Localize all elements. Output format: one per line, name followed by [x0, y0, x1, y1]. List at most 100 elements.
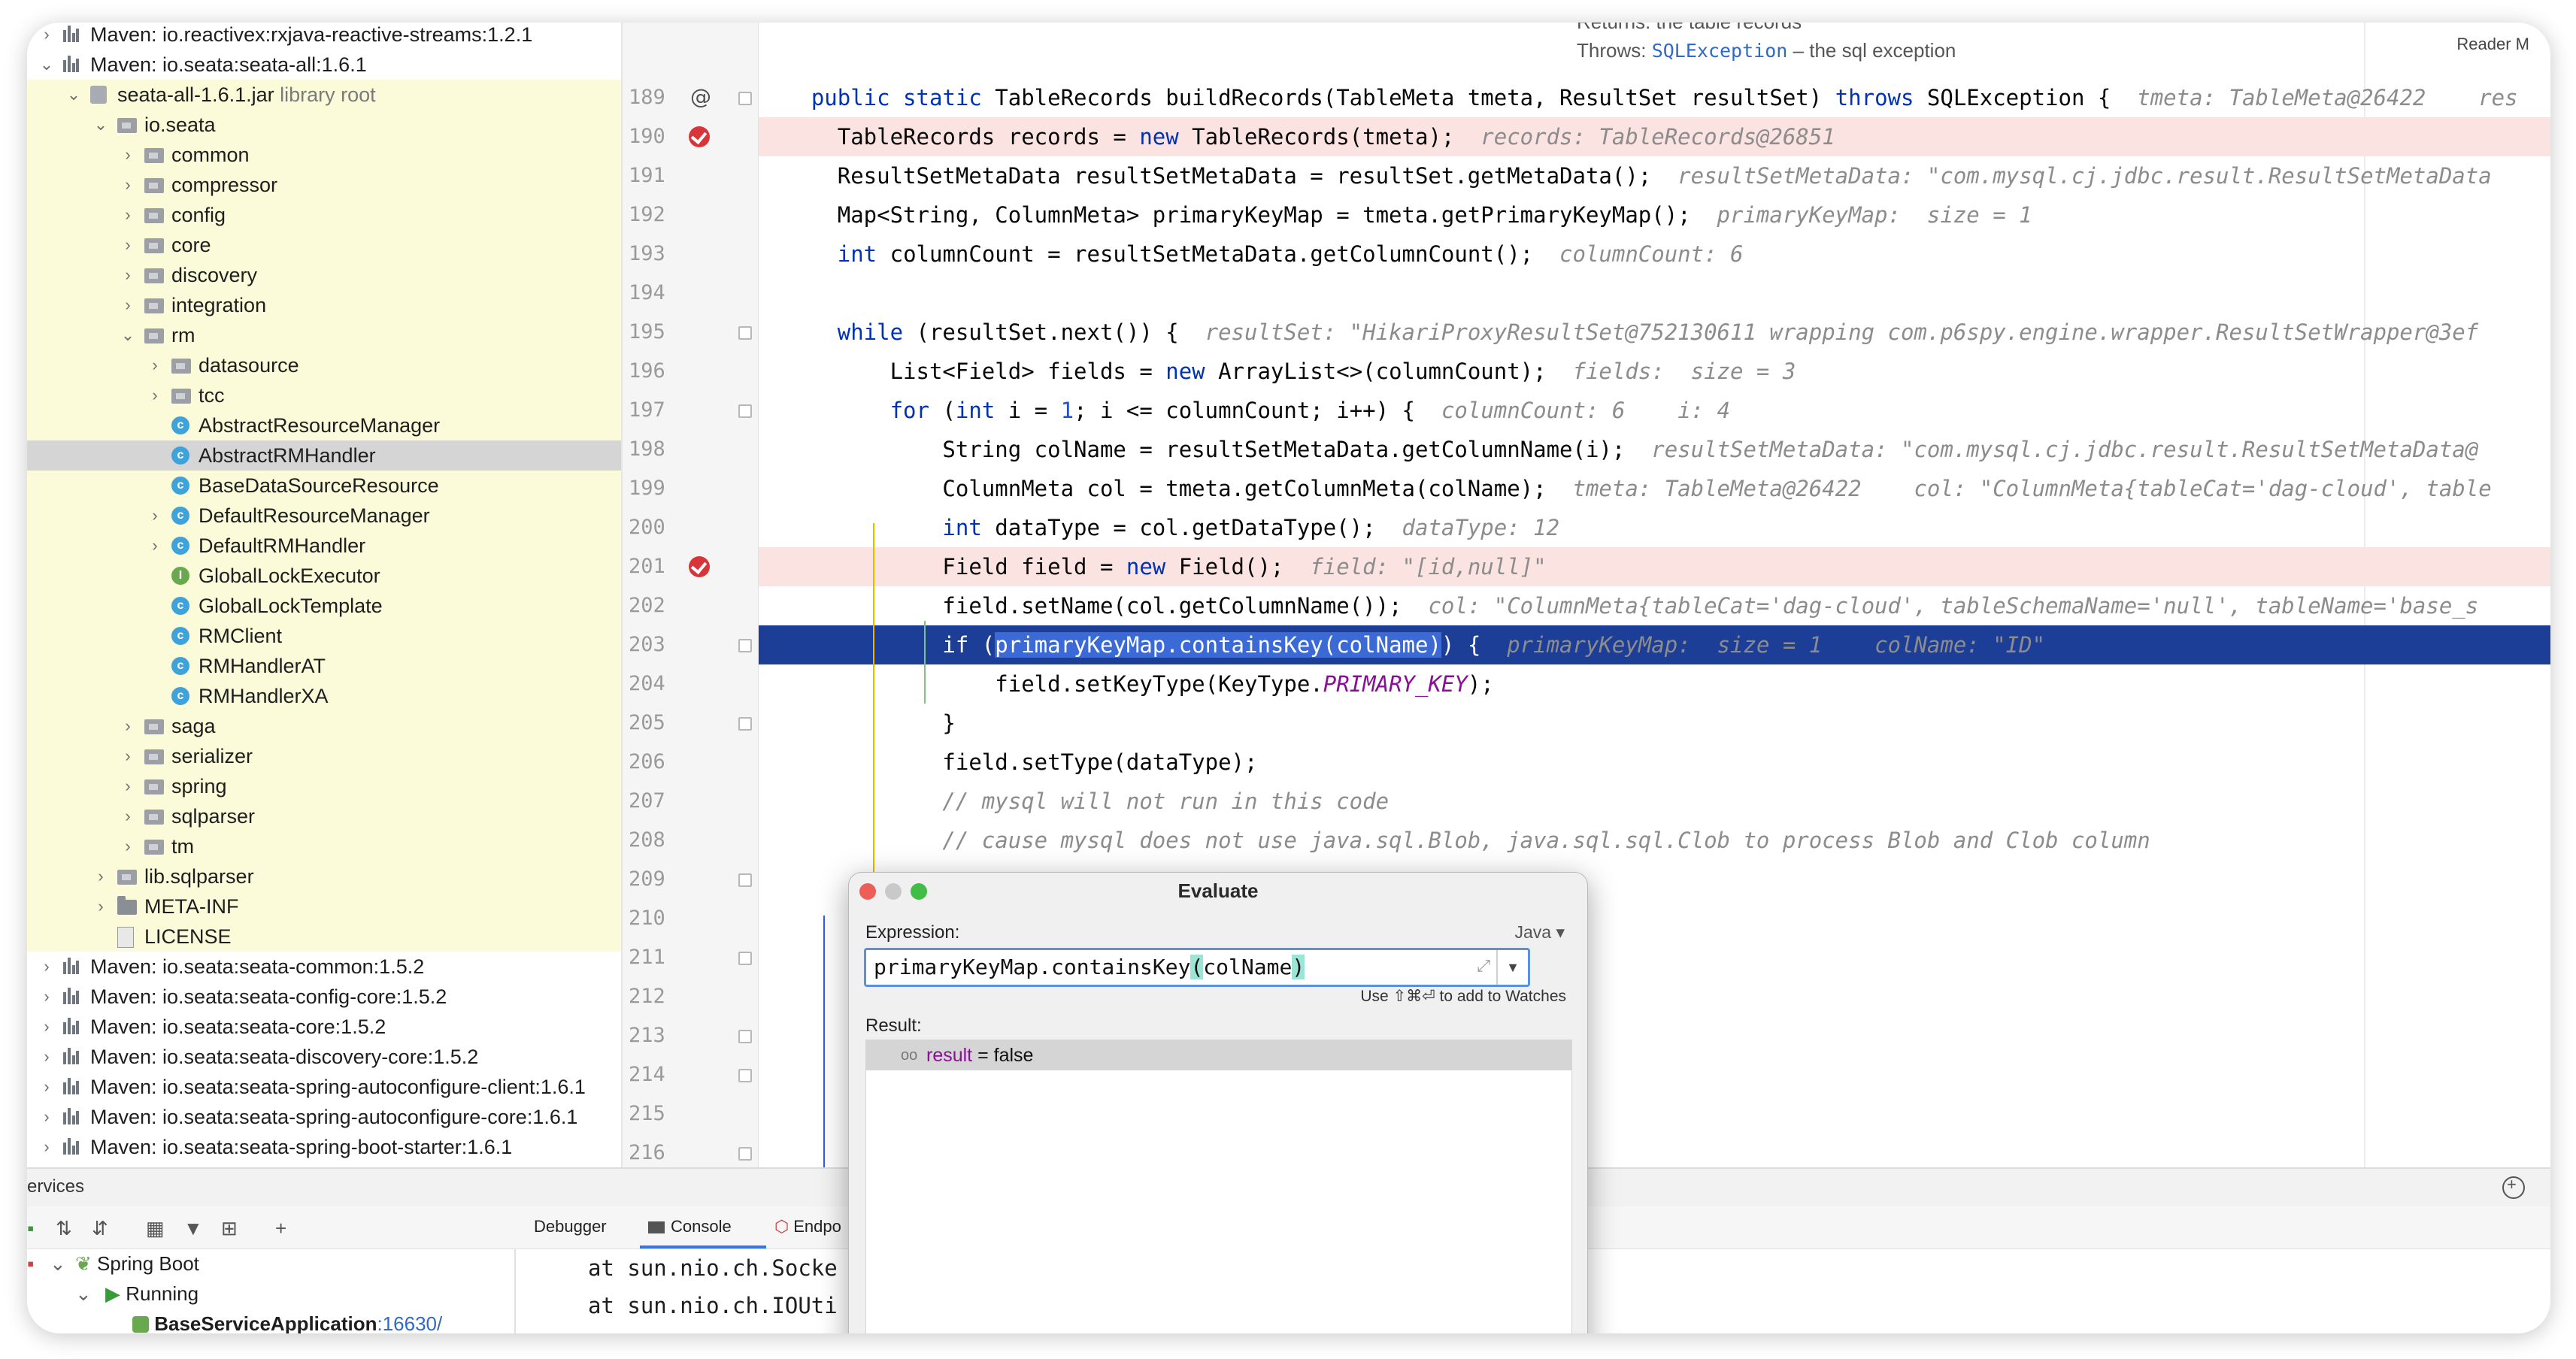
tree-item[interactable]: › config [27, 200, 621, 230]
tree-item[interactable]: › Maven: io.seata:seata-config-core:1.5.2 [27, 982, 621, 1012]
line-number[interactable]: 196 [629, 352, 698, 391]
chevron-right-icon[interactable]: › [119, 200, 137, 230]
code-line[interactable]: public static TableRecords buildRecords(… [759, 78, 2550, 117]
services-item-port[interactable]: :16630/ [377, 1312, 442, 1333]
chevron-right-icon[interactable]: › [38, 1102, 56, 1132]
tree-item[interactable]: › tcc [27, 380, 621, 410]
tree-item[interactable]: › META-INF [27, 891, 621, 922]
code-line[interactable]: for (int i = 1; i <= columnCount; i++) {… [759, 391, 2550, 430]
filter-icon[interactable]: ▼ [183, 1217, 203, 1240]
line-number[interactable]: 207 [629, 782, 698, 821]
services-item-spring-boot[interactable]: ❦ Spring Boot [75, 1252, 199, 1276]
result-panel[interactable]: oo result = false [865, 1040, 1572, 1333]
chevron-right-icon[interactable]: › [146, 380, 164, 410]
chevron-right-icon[interactable]: › [119, 831, 137, 861]
expand-all-icon[interactable]: ⇅ [56, 1217, 72, 1240]
fold-icon[interactable] [738, 1069, 752, 1082]
chevron-down-icon[interactable]: ⌄ [50, 1252, 66, 1276]
tree-item[interactable]: c RMClient [27, 621, 621, 651]
code-line[interactable]: Field field = new Field(); field: "[id,n… [759, 547, 2550, 586]
chevron-right-icon[interactable]: › [38, 1042, 56, 1072]
chevron-right-icon[interactable]: › [38, 952, 56, 982]
tree-item[interactable]: › tm [27, 831, 621, 861]
chevron-right-icon[interactable]: › [146, 350, 164, 380]
chevron-down-icon[interactable]: ⌄ [38, 50, 56, 80]
fold-icon[interactable] [738, 404, 752, 418]
code-line[interactable]: field.setType(dataType); [759, 743, 2550, 782]
services-item-app[interactable]: BaseServiceApplication:16630/ [132, 1312, 442, 1333]
line-number[interactable]: 198 [629, 430, 698, 469]
code-line[interactable]: while (resultSet.next()) { resultSet: "H… [759, 313, 2550, 352]
line-number[interactable]: 209 [629, 860, 698, 899]
chevron-right-icon[interactable]: › [119, 260, 137, 290]
code-line[interactable]: // cause mysql does not use java.sql.Blo… [759, 821, 2550, 860]
chevron-down-icon[interactable]: ⌄ [119, 320, 137, 350]
code-line[interactable]: String colName = resultSetMetaData.getCo… [759, 430, 2550, 469]
line-number[interactable]: 203 [629, 625, 698, 664]
line-number[interactable]: 210 [629, 899, 698, 938]
tree-item[interactable]: › Maven: io.seata:seata-common:1.5.2 [27, 952, 621, 982]
collapse-all-icon[interactable]: ⇵ [92, 1217, 108, 1240]
fold-icon[interactable] [738, 1147, 752, 1161]
chevron-right-icon[interactable]: › [38, 1012, 56, 1042]
chevron-down-icon[interactable]: ⌄ [65, 80, 83, 110]
chevron-right-icon[interactable]: › [119, 170, 137, 200]
line-number[interactable]: 201 [629, 547, 698, 586]
tree-item[interactable]: › compressor [27, 170, 621, 200]
line-number[interactable]: 191 [629, 156, 698, 195]
expression-input[interactable]: primaryKeyMap.containsKey(colName) ⤢ ▼ [864, 948, 1530, 987]
tree-item[interactable]: c AbstractRMHandler [27, 440, 621, 471]
tree-item[interactable]: › saga [27, 711, 621, 741]
line-number[interactable]: 202 [629, 586, 698, 625]
chevron-right-icon[interactable]: › [119, 711, 137, 741]
annotation-icon[interactable]: @ [690, 84, 711, 109]
tree-item[interactable]: › integration [27, 290, 621, 320]
code-line[interactable]: List<Field> fields = new ArrayList<>(col… [759, 352, 2550, 391]
fold-icon[interactable] [738, 639, 752, 652]
tree-item[interactable]: ⌄ seata-all-1.6.1.jar library root [27, 80, 621, 110]
tree-item[interactable]: › Maven: io.reactivex:rxjava-reactive-str… [27, 23, 621, 50]
code-line[interactable]: if (primaryKeyMap.containsKey(colName)) … [759, 625, 2550, 664]
code-line[interactable]: } [759, 704, 2550, 743]
line-number[interactable]: 206 [629, 743, 698, 782]
chevron-right-icon[interactable]: › [92, 891, 110, 922]
services-item-running[interactable]: ▶ Running [105, 1282, 199, 1306]
line-number[interactable]: 205 [629, 704, 698, 743]
code-line[interactable]: Map<String, ColumnMeta> primaryKeyMap = … [759, 195, 2550, 235]
fold-icon[interactable] [738, 717, 752, 731]
chevron-right-icon[interactable]: › [146, 501, 164, 531]
code-line[interactable]: int columnCount = resultSetMetaData.getC… [759, 235, 2550, 274]
tree-item[interactable]: › c DefaultRMHandler [27, 531, 621, 561]
tab-console[interactable]: Console [648, 1217, 732, 1236]
chevron-right-icon[interactable]: › [119, 140, 137, 170]
chevron-right-icon[interactable]: › [119, 801, 137, 831]
fold-icon[interactable] [738, 952, 752, 965]
tree-item[interactable]: › datasource [27, 350, 621, 380]
tree-item[interactable]: ⌄ rm [27, 320, 621, 350]
tree-item[interactable]: c RMHandlerXA [27, 681, 621, 711]
history-dropdown-icon[interactable]: ▼ [1496, 950, 1528, 985]
breakpoint-icon[interactable] [689, 126, 710, 147]
tree-item[interactable]: I GlobalLockExecutor [27, 561, 621, 591]
stop-icon[interactable]: ▪ [27, 1252, 34, 1276]
code-line[interactable]: int dataType = col.getDataType(); dataTy… [759, 508, 2550, 547]
line-number[interactable]: 195 [629, 313, 698, 352]
project-tree[interactable]: › Maven: io.reactivex:rxjava-reactive-str… [27, 23, 621, 1167]
line-number[interactable]: 211 [629, 938, 698, 977]
chevron-right-icon[interactable]: › [38, 1072, 56, 1102]
chevron-right-icon[interactable]: › [38, 23, 56, 50]
tree-item[interactable]: c BaseDataSourceResource [27, 471, 621, 501]
tree-item[interactable]: › Maven: io.seata:seata-spring-autoconfig… [27, 1102, 621, 1132]
chevron-right-icon[interactable]: › [146, 531, 164, 561]
tree-item[interactable]: › sqlparser [27, 801, 621, 831]
tab-endpoints[interactable]: ⬡ Endpo [774, 1217, 841, 1236]
new-tab-icon[interactable]: ⊞ [221, 1217, 238, 1240]
line-number[interactable]: 193 [629, 235, 698, 274]
line-number[interactable]: 213 [629, 1016, 698, 1055]
fold-icon[interactable] [738, 326, 752, 340]
tree-item[interactable]: › Maven: io.seata:seata-discovery-core:1.… [27, 1042, 621, 1072]
code-line[interactable]: ResultSetMetaData resultSetMetaData = re… [759, 156, 2550, 195]
group-icon[interactable]: ▦ [146, 1217, 165, 1240]
line-number[interactable]: 194 [629, 274, 698, 313]
code-line[interactable]: TableRecords records = new TableRecords(… [759, 117, 2550, 156]
